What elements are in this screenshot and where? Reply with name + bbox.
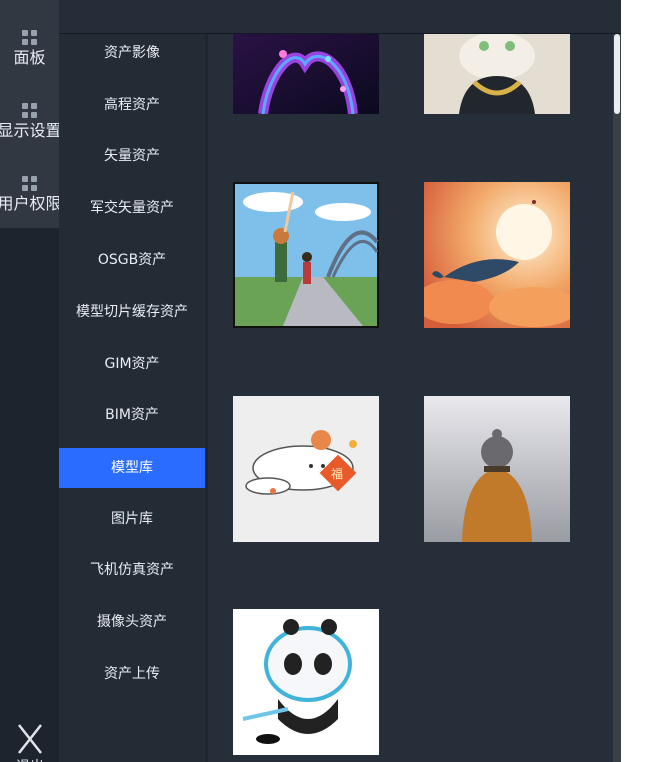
menu-item-bim[interactable]: BIM资产: [59, 395, 205, 435]
thumbnail-image: [424, 182, 570, 328]
grid-icon: [22, 30, 37, 45]
gallery-thumbnail[interactable]: [233, 34, 379, 114]
rail-item-dashboard[interactable]: 面板: [0, 30, 59, 67]
menu-item-military-vector[interactable]: 军交矢量资产: [59, 188, 205, 228]
thumbnail-image: [233, 609, 379, 755]
menu-item-asset-upload[interactable]: 资产上传: [59, 654, 205, 694]
menu-item-model-tile-cache[interactable]: 模型切片缓存资产: [59, 292, 205, 332]
menu-item-elevation[interactable]: 高程资产: [59, 85, 205, 125]
gallery-thumbnail[interactable]: [424, 34, 570, 114]
scrollbar-thumb[interactable]: [614, 34, 620, 114]
thumbnail-image: 福: [233, 396, 379, 542]
rail-item-label: 显示设置: [0, 121, 59, 140]
grid-icon: [22, 103, 37, 118]
top-bar: [59, 0, 621, 34]
gallery-grid: 福: [208, 34, 613, 762]
menu-item-osgb[interactable]: OSGB资产: [59, 240, 205, 280]
menu-item-model-library[interactable]: 模型库: [59, 448, 205, 488]
thumbnail-image: [233, 182, 379, 328]
menu-item-camera[interactable]: 摄像头资产: [59, 602, 205, 642]
rail-item-display-settings[interactable]: 显示设置: [0, 103, 59, 140]
exit-button[interactable]: 退出: [6, 722, 54, 762]
page-background-edge: [621, 0, 666, 762]
menu-item-image-library[interactable]: 图片库: [59, 499, 205, 539]
menu-item-vector[interactable]: 矢量资产: [59, 136, 205, 176]
gallery-thumbnail[interactable]: [233, 609, 379, 755]
grid-icon: [22, 176, 37, 191]
svg-text:福: 福: [331, 466, 343, 481]
rail-item-user-permissions[interactable]: 用户权限: [0, 176, 59, 213]
rail-item-label: 面板: [13, 48, 46, 67]
menu-item-imagery[interactable]: 资产影像: [59, 33, 205, 73]
menu-item-gim[interactable]: GIM资产: [59, 344, 205, 384]
rail-item-label: 用户权限: [0, 194, 59, 213]
gallery-thumbnail[interactable]: [233, 182, 379, 328]
close-icon: [18, 724, 42, 754]
gallery-thumbnail[interactable]: 福: [233, 396, 379, 542]
gallery-thumbnail[interactable]: [424, 182, 570, 328]
category-menu: 资产影像 高程资产 矢量资产 军交矢量资产 OSGB资产 模型切片缓存资产 GI…: [59, 34, 208, 762]
gallery-scrollbar[interactable]: [613, 34, 621, 762]
menu-item-aircraft-sim[interactable]: 飞机仿真资产: [59, 550, 205, 590]
thumbnail-image: [233, 34, 379, 114]
thumbnail-image: [424, 396, 570, 542]
gallery-thumbnail[interactable]: [424, 396, 570, 542]
left-rail: 面板 显示设置 用户权限 退出: [0, 0, 59, 762]
thumbnail-image: [424, 34, 570, 114]
